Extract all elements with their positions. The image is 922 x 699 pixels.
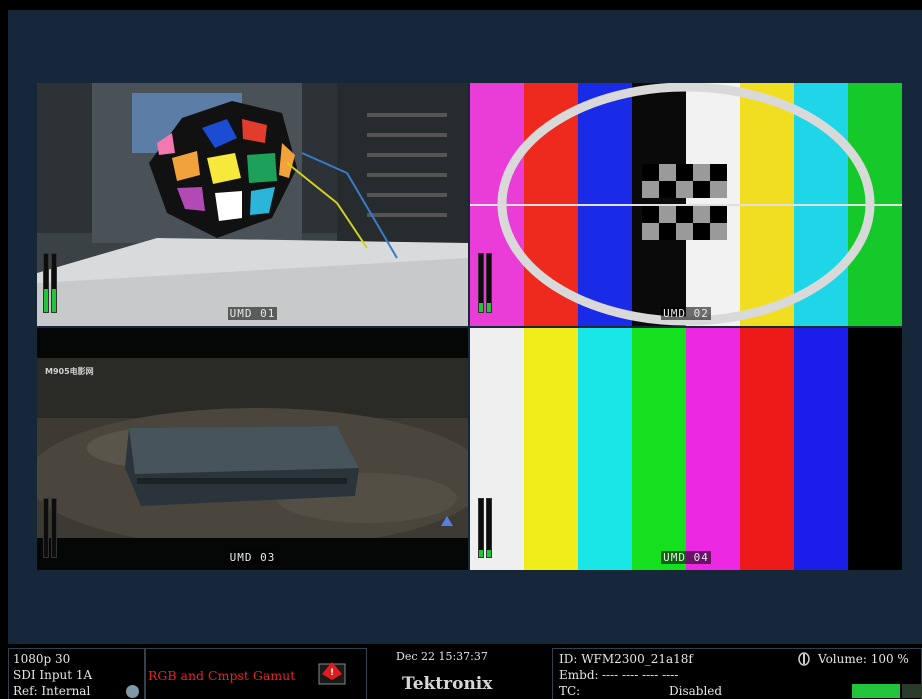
reference-status-icon (126, 685, 139, 698)
volume-bar-end (902, 684, 922, 698)
svg-text:!: ! (330, 668, 334, 678)
audio-meter-1b (51, 253, 57, 313)
volume-bar (852, 684, 900, 698)
video-format: 1080p 30 (13, 652, 71, 666)
waveform-monitor-screen: UMD 01 UMD 02 M905电影网 UMD 03 UMD 04 1080… (0, 0, 922, 699)
embedded-audio-value: ---- ---- ---- ---- (602, 668, 679, 682)
watermark-text: M905电影网 (45, 367, 94, 376)
timecode-value: Disabled (669, 684, 723, 698)
video-tile-1[interactable]: UMD 01 (37, 83, 468, 326)
audio-meter-4b (486, 498, 492, 558)
umd-label-3: UMD 03 (227, 551, 278, 564)
umd-label-2: UMD 02 (661, 307, 711, 320)
device-id: ID: WFM2300_21a18f (559, 652, 693, 666)
tile-3-image (37, 328, 468, 570)
timecode-label: TC: (559, 684, 581, 698)
video-tile-2[interactable]: UMD 02 (470, 83, 902, 326)
input-source: SDI Input 1A (13, 668, 93, 682)
video-tile-3[interactable]: M905电影网 UMD 03 (37, 328, 468, 570)
audio-meter-4a (478, 498, 484, 558)
embedded-audio-label: Embd: (559, 668, 599, 682)
top-frame (0, 0, 922, 10)
alarm-warning-icon[interactable]: ! (318, 660, 346, 686)
video-tile-4[interactable]: UMD 04 (470, 328, 902, 570)
umd-label-1: UMD 01 (227, 307, 278, 320)
umd-label-4: UMD 04 (661, 551, 711, 564)
audio-meter-1a (43, 253, 49, 313)
tile-4-color-bars (470, 328, 902, 570)
tile-2-test-pattern (470, 83, 902, 326)
audio-meter-2b (486, 253, 492, 313)
brand-logo: Tektronix (402, 674, 493, 694)
gamut-alarm-text: RGB and Cmpst Gamut (148, 668, 296, 683)
watermark-logo-icon (441, 516, 453, 526)
audio-meter-3a (43, 498, 49, 558)
volume-level: Volume: 100 % (818, 652, 909, 666)
volume-icon[interactable] (797, 651, 811, 666)
tile-1-image (37, 83, 468, 326)
date-time: Dec 22 15:37:37 (396, 650, 488, 663)
audio-meter-3b (51, 498, 57, 558)
audio-meter-2a (478, 253, 484, 313)
reference-source: Ref: Internal (13, 684, 91, 698)
